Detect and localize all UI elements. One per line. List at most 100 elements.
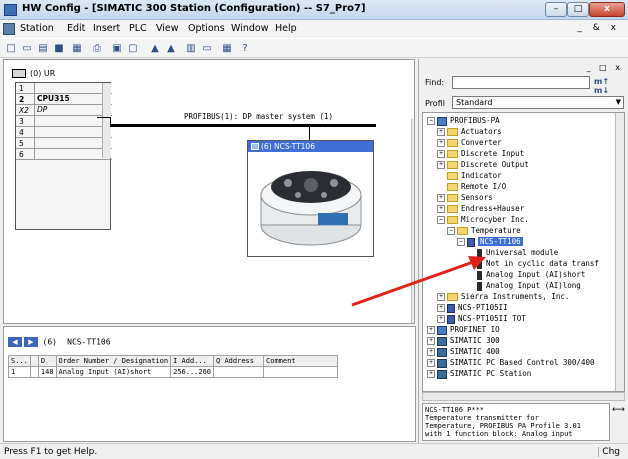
find-buttons[interactable]: m↑ m↓ [594, 77, 626, 95]
menu-window[interactable]: Window [231, 23, 268, 34]
col-comment[interactable]: Comment [263, 355, 338, 367]
print-icon[interactable]: ⎙ [90, 42, 104, 56]
menu-plc[interactable]: PLC [129, 23, 147, 34]
rack-row[interactable]: X2 DP [16, 105, 112, 116]
rack-row[interactable]: 1 [16, 83, 112, 94]
tree-item[interactable]: + SIMATIC 300 [427, 335, 500, 346]
dp-slave-device[interactable]: (6) NCS-TT106 [247, 140, 374, 257]
tree-item[interactable]: + Endress+Hauser [437, 203, 524, 214]
col-dp-id[interactable]: D [37, 355, 57, 367]
maximize-button[interactable]: □ [567, 2, 589, 17]
collapse-icon[interactable]: − [427, 117, 435, 125]
description-line: with 1 function block: Analog input [425, 430, 573, 438]
expand-icon[interactable]: + [437, 150, 445, 158]
col-order-number[interactable]: Order Number / Designation [55, 355, 172, 367]
tree-item[interactable]: Indicator [437, 170, 502, 181]
catalog-icon[interactable]: ▭ [200, 42, 214, 56]
expand-icon[interactable]: + [437, 315, 445, 323]
profile-select[interactable]: Standard ▼ [452, 96, 624, 109]
collapse-icon[interactable]: − [447, 227, 455, 235]
tree-item[interactable]: + NCS-PT105II [437, 302, 508, 313]
menu-view[interactable]: View [156, 23, 179, 34]
expand-icon[interactable]: + [437, 205, 445, 213]
save-icon[interactable]: ■ [52, 42, 66, 56]
rack-row[interactable]: 5 [16, 138, 112, 149]
tree-item[interactable]: + Sensors [437, 192, 493, 203]
tree-item[interactable]: − Microcyber Inc. [437, 214, 529, 225]
expand-icon[interactable]: + [437, 304, 445, 312]
col-i-address[interactable]: I Add... [170, 355, 215, 367]
copy-icon[interactable]: ▣ [110, 42, 124, 56]
col-slot[interactable]: S... [8, 355, 31, 367]
tree-item[interactable]: + Discrete Input [437, 148, 524, 159]
arrow-right-icon[interactable]: ▶ [24, 337, 38, 347]
rack-row[interactable]: 4 [16, 127, 112, 138]
expand-icon[interactable]: + [427, 359, 435, 367]
document-icon[interactable] [3, 23, 15, 35]
tree-item[interactable]: + NCS-PT105II TOT [437, 313, 526, 324]
tree-hscroll[interactable] [422, 392, 625, 401]
new-icon[interactable]: □ [4, 42, 18, 56]
expand-icon[interactable]: + [437, 139, 445, 147]
help-icon[interactable]: ? [238, 42, 252, 56]
tree-item[interactable]: − PROFIBUS-PA [427, 115, 500, 126]
compile-icon[interactable]: ▦ [70, 42, 84, 56]
col-icon[interactable] [29, 355, 39, 367]
open-icon[interactable]: ▭ [20, 42, 34, 56]
tree-item[interactable]: + Actuators [437, 126, 502, 137]
upload-icon[interactable]: ▲ [164, 42, 178, 56]
tree-vscroll[interactable] [615, 113, 624, 391]
tree-item[interactable]: − Temperature [447, 225, 521, 236]
expand-icon[interactable]: + [427, 370, 435, 378]
tree-item-label: SIMATIC PC Based Control 300/400 [450, 358, 595, 367]
menu-help[interactable]: Help [275, 23, 297, 34]
expand-icon[interactable]: + [437, 194, 445, 202]
expand-icon[interactable]: + [437, 161, 445, 169]
tree-item[interactable]: + SIMATIC 400 [427, 346, 500, 357]
paste-icon[interactable]: ▢ [126, 42, 140, 56]
tree-item[interactable]: Analog Input (AI)short [467, 269, 585, 280]
tree-item[interactable]: Universal module [467, 247, 558, 258]
mdi-controls[interactable]: _ & x [577, 23, 620, 33]
catalog-window-controls[interactable]: _ □ x [587, 63, 623, 72]
collapse-icon[interactable]: − [457, 238, 465, 246]
menu-options[interactable]: Options [188, 23, 225, 34]
expand-icon[interactable]: + [427, 348, 435, 356]
tree-item[interactable]: + Discrete Output [437, 159, 529, 170]
find-input[interactable] [452, 76, 590, 89]
hw-diag-icon[interactable]: ▥ [184, 42, 198, 56]
network-icon[interactable]: ▦ [220, 42, 234, 56]
tree-item[interactable]: Remote I/O [437, 181, 506, 192]
expand-icon[interactable]: + [427, 337, 435, 345]
station-vscroll[interactable] [411, 119, 414, 323]
menu-edit[interactable]: Edit [67, 23, 85, 34]
expand-icon[interactable]: + [437, 293, 445, 301]
download-icon[interactable]: ▲ [148, 42, 162, 56]
arrow-left-icon[interactable]: ◀ [8, 337, 22, 347]
menu-station[interactable]: Station [20, 23, 54, 34]
tree-item[interactable]: Analog Input (AI)long [467, 280, 581, 291]
tree-item[interactable]: Not in cyclic data transf [467, 258, 599, 269]
tree-item[interactable]: + PROFINET IO [427, 324, 500, 335]
device-title: (6) NCS-TT106 [248, 141, 373, 152]
tree-item[interactable]: + SIMATIC PC Based Control 300/400 [427, 357, 595, 368]
tree-item[interactable]: − NCS-TT106 [457, 236, 523, 247]
rack-row[interactable]: 2 CPU315 [16, 94, 112, 105]
minimize-button[interactable]: – [545, 2, 567, 17]
collapse-icon[interactable]: − [437, 216, 445, 224]
profibus-line[interactable] [110, 124, 376, 127]
tree-item-label: SIMATIC PC Station [450, 369, 532, 378]
tree-item[interactable]: + Sierra Instruments, Inc. [437, 291, 569, 302]
catalog-pin-icon[interactable]: ⟷ [612, 405, 625, 415]
menu-insert[interactable]: Insert [93, 23, 120, 34]
tree-item[interactable]: + SIMATIC PC Station [427, 368, 531, 379]
col-q-address[interactable]: Q Address [213, 355, 265, 367]
table-row[interactable]: 1 148 Analog Input (AI)short 256...260 [8, 366, 338, 378]
station-icon[interactable]: ▤ [36, 42, 50, 56]
tree-item[interactable]: + Converter [437, 137, 502, 148]
close-button[interactable]: x [589, 2, 625, 17]
rack-row[interactable]: 6 [16, 149, 112, 160]
expand-icon[interactable]: + [427, 326, 435, 334]
expand-icon[interactable]: + [437, 128, 445, 136]
